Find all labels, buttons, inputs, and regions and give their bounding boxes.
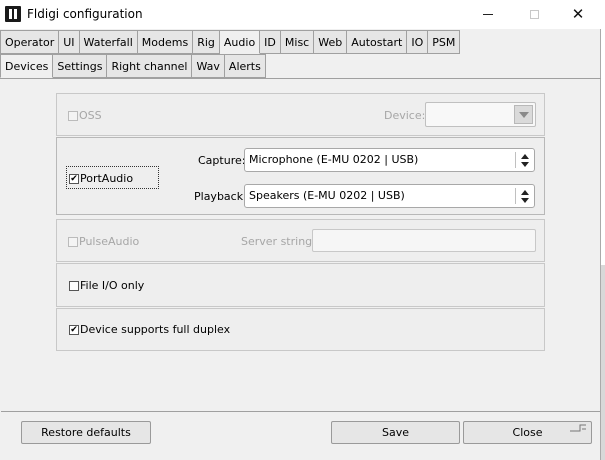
- background-strip: [601, 265, 605, 460]
- restore-defaults-button[interactable]: Restore defaults: [21, 421, 151, 444]
- file-io-checkbox[interactable]: File I/O only: [69, 279, 144, 292]
- server-string-label: Server string:: [241, 235, 316, 248]
- audio-subtab-bar: Devices Settings Right channel Wav Alert…: [0, 54, 266, 78]
- tab-io[interactable]: IO: [407, 30, 429, 54]
- capture-label: Capture:: [198, 154, 246, 167]
- config-window: Fldigi configuration ✕ Operator UI Water…: [0, 0, 601, 460]
- save-button[interactable]: Save: [331, 421, 460, 444]
- updown-arrows-icon: [521, 190, 529, 203]
- server-string-input: [312, 229, 536, 252]
- portaudio-label: PortAudio: [80, 172, 134, 185]
- tab-ui[interactable]: UI: [59, 30, 80, 54]
- updown-arrows-icon: [521, 154, 529, 167]
- full-duplex-check-icon: ✔: [69, 324, 79, 335]
- capture-select[interactable]: Microphone (E-MU 0202 | USB): [244, 148, 535, 172]
- playback-label: Playback:: [194, 190, 247, 203]
- subtab-wav[interactable]: Wav: [192, 54, 225, 78]
- subtab-devices[interactable]: Devices: [0, 54, 54, 78]
- subtab-right-channel[interactable]: Right channel: [107, 54, 193, 78]
- maximize-icon: [529, 10, 539, 19]
- tab-audio[interactable]: Audio: [219, 30, 261, 54]
- full-duplex-label: Device supports full duplex: [80, 323, 231, 336]
- oss-device-label: Device:: [384, 109, 426, 122]
- file-io-label: File I/O only: [80, 279, 145, 292]
- oss-label: OSS: [79, 109, 102, 122]
- portaudio-checkbox[interactable]: ✔ PortAudio: [69, 172, 133, 185]
- tab-web[interactable]: Web: [314, 30, 348, 54]
- playback-select[interactable]: Speakers (E-MU 0202 | USB): [244, 184, 535, 208]
- playback-value: Speakers (E-MU 0202 | USB): [249, 189, 405, 202]
- minimize-button[interactable]: [465, 0, 511, 29]
- capture-value: Microphone (E-MU 0202 | USB): [249, 153, 419, 166]
- tab-id[interactable]: ID: [260, 30, 281, 54]
- maximize-button: [511, 0, 557, 29]
- tab-autostart[interactable]: Autostart: [347, 30, 408, 54]
- pulseaudio-checkbox-box: [68, 236, 78, 247]
- pulseaudio-checkbox: PulseAudio: [68, 235, 139, 248]
- tab-operator[interactable]: Operator: [0, 30, 60, 54]
- file-io-checkbox-box: [69, 280, 79, 291]
- pulseaudio-label: PulseAudio: [79, 235, 140, 248]
- portaudio-check-icon: ✔: [69, 173, 79, 184]
- subtab-settings[interactable]: Settings: [53, 54, 108, 78]
- minimize-icon: [483, 14, 493, 15]
- dropdown-arrow-icon: [514, 105, 533, 124]
- oss-checkbox: OSS: [68, 109, 102, 122]
- tab-waterfall[interactable]: Waterfall: [79, 30, 138, 54]
- oss-checkbox-box: [68, 110, 78, 121]
- tab-psm[interactable]: PSM: [428, 30, 461, 54]
- oss-device-combo: [425, 102, 536, 127]
- close-window-button[interactable]: ✕: [555, 0, 601, 29]
- tab-misc[interactable]: Misc: [280, 30, 315, 54]
- tab-rig[interactable]: Rig: [193, 30, 220, 54]
- combo-separator: [515, 188, 516, 204]
- tab-modems[interactable]: Modems: [137, 30, 194, 54]
- combo-separator: [515, 152, 516, 168]
- window-title: Fldigi configuration: [27, 7, 143, 21]
- full-duplex-checkbox[interactable]: ✔ Device supports full duplex: [69, 323, 230, 336]
- subtab-alerts[interactable]: Alerts: [224, 54, 266, 78]
- main-tab-bar: Operator UI Waterfall Modems Rig Audio I…: [0, 30, 461, 54]
- title-bar: Fldigi configuration ✕: [0, 0, 601, 29]
- fldigi-app-icon: [5, 6, 21, 22]
- resize-grip-icon[interactable]: [568, 423, 588, 432]
